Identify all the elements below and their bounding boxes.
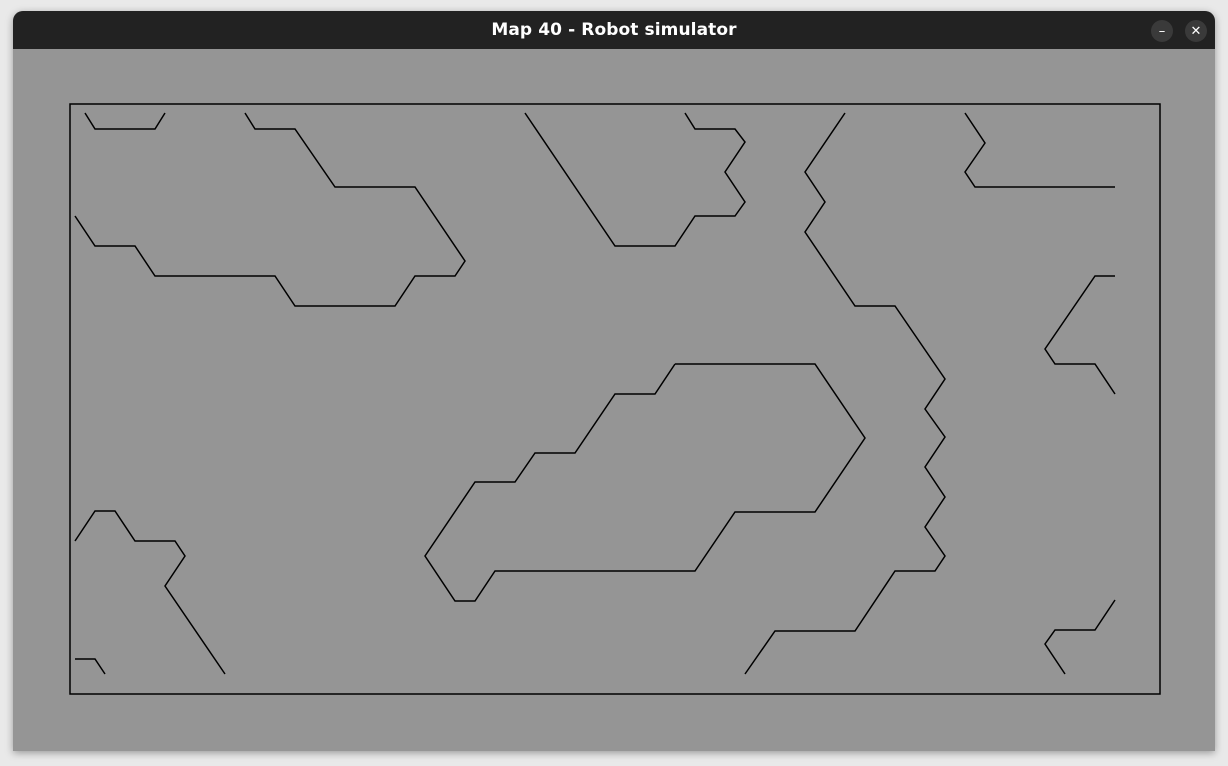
close-button[interactable]: ✕ xyxy=(1185,20,1207,42)
obstacle-bottom-right xyxy=(1044,599,1116,675)
map-boundary xyxy=(69,103,1161,695)
window-title: Map 40 - Robot simulator xyxy=(491,20,737,40)
obstacle-bottom-left-corner xyxy=(75,658,106,675)
map-svg xyxy=(69,103,1161,695)
title-bar[interactable]: Map 40 - Robot simulator – ✕ xyxy=(13,11,1215,49)
obstacle-right-river xyxy=(744,112,946,675)
obstacle-bottom-left xyxy=(74,510,226,675)
obstacle-top-center xyxy=(524,112,746,247)
minimize-button[interactable]: – xyxy=(1151,20,1173,42)
map-canvas xyxy=(13,49,1215,751)
obstacle-right-middle xyxy=(1044,275,1116,395)
close-icon: ✕ xyxy=(1190,23,1202,39)
obstacle-top-left-small xyxy=(84,112,166,130)
obstacle-top-right xyxy=(964,112,1115,188)
app-window: Map 40 - Robot simulator – ✕ xyxy=(13,11,1215,751)
obstacle-center-blob xyxy=(424,363,866,602)
obstacle-top-left-large xyxy=(74,112,466,307)
minimize-icon: – xyxy=(1158,23,1166,39)
